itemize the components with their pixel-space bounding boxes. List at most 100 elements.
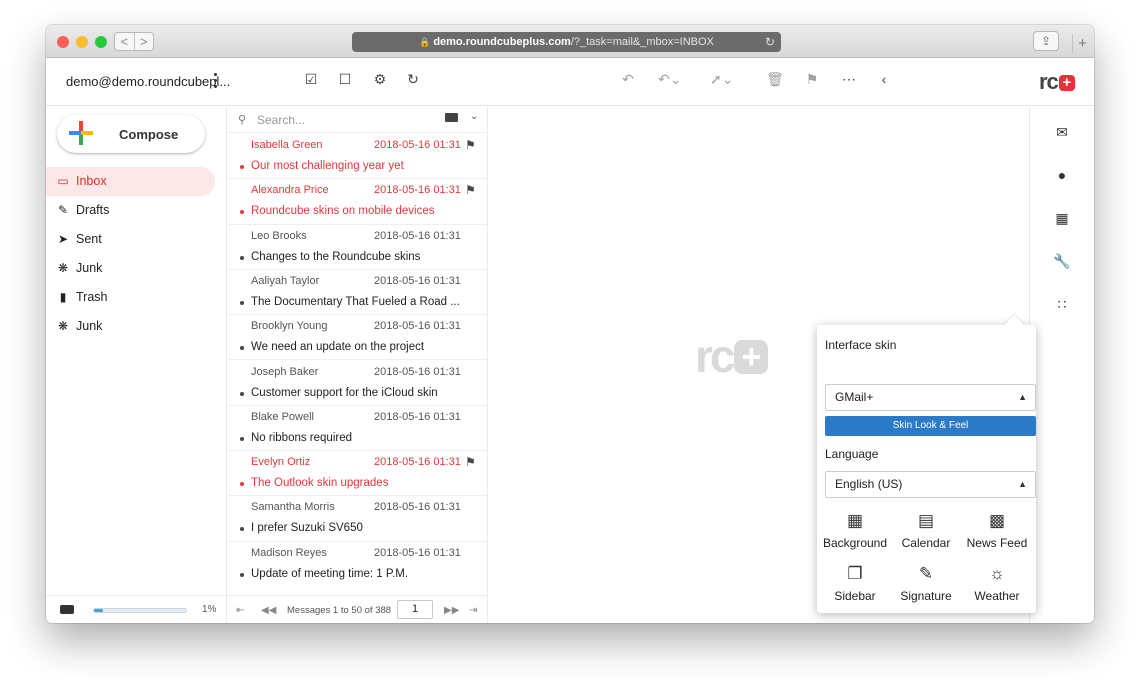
- skin-select[interactable]: GMail+ ▲: [825, 384, 1036, 411]
- previous-page-icon[interactable]: ◀◀: [261, 605, 276, 616]
- chevron-down-icon[interactable]: ⌄: [470, 111, 478, 122]
- skin-settings-popover: Interface skin GMail+ ▲ Skin Look & Feel…: [817, 315, 1036, 613]
- list-item[interactable]: Joseph Baker 2018-05-16 01:31 Customer s…: [228, 361, 487, 406]
- list-item[interactable]: Evelyn Ortiz 2018-05-16 01:31 ⚑ The Outl…: [228, 451, 487, 497]
- settings-gear-icon[interactable]: ⚙: [370, 71, 390, 88]
- message-subject: The Documentary That Fueled a Road ...: [251, 295, 460, 308]
- flag-icon[interactable]: ⚑: [465, 455, 476, 469]
- back-button[interactable]: <: [115, 33, 135, 50]
- list-item[interactable]: Isabella Green 2018-05-16 01:31 ⚑ Our mo…: [228, 134, 487, 180]
- sidebar-item-sent[interactable]: ➤ Sent: [46, 225, 215, 254]
- list-item[interactable]: Brooklyn Young 2018-05-16 01:31 We need …: [228, 315, 487, 361]
- apps-grid-icon[interactable]: ∷: [1052, 296, 1072, 313]
- share-button[interactable]: ⇪: [1033, 31, 1059, 51]
- reply-icon[interactable]: ↶: [618, 71, 638, 88]
- url-path: /?_task=mail&_mbox=INBOX: [570, 36, 714, 48]
- sidebar-icon: ❐: [847, 564, 863, 583]
- search-bar[interactable]: ⚲ Search... ⌄: [228, 107, 487, 133]
- rcplus-watermark-logo: rc +: [695, 329, 769, 383]
- widget-sidebar[interactable]: ❐ Sidebar: [819, 563, 891, 603]
- message-date: 2018-05-16 01:31: [374, 184, 461, 197]
- sidebar-item-drafts[interactable]: ✎ Drafts: [46, 196, 215, 225]
- new-tab-button[interactable]: +: [1072, 34, 1092, 54]
- unread-dot-icon: [240, 572, 244, 577]
- unread-dot-icon: [240, 436, 244, 441]
- apps-rail: ✉ ● ▦ 🔧 ∷: [1029, 107, 1094, 623]
- pager-info: Messages 1 to 50 of 388: [287, 605, 392, 616]
- threads-icon[interactable]: ☐: [335, 71, 355, 88]
- wrench-icon[interactable]: 🔧: [1052, 253, 1072, 270]
- widget-background[interactable]: ▦ Background: [819, 510, 891, 550]
- message-from: Leo Brooks: [251, 229, 307, 242]
- forward-icon[interactable]: ➚⌄: [710, 71, 733, 88]
- account-menu-icon[interactable]: [212, 73, 218, 91]
- watermark-plus: +: [734, 340, 769, 374]
- compose-label: Compose: [119, 127, 179, 142]
- widget-label: Background: [822, 536, 888, 550]
- folder-label: Trash: [76, 290, 108, 304]
- address-bar[interactable]: 🔒 demo.roundcubeplus.com/?_task=mail&_mbo…: [352, 32, 781, 52]
- last-page-icon[interactable]: ⇥: [469, 605, 477, 616]
- skin-look-and-feel-button[interactable]: Skin Look & Feel: [825, 416, 1036, 436]
- quota-percent: 1%: [202, 604, 217, 615]
- contacts-icon[interactable]: ●: [1052, 167, 1072, 183]
- mail-toolbar: demo@demo.roundcubepl... ☑ ☐ ⚙ ↻ ↶ ↶⌄ ➚⌄…: [46, 58, 1094, 106]
- list-item[interactable]: Aaliyah Taylor 2018-05-16 01:31 The Docu…: [228, 270, 487, 316]
- folder-sidebar: Compose ▭ Inbox ✎ Drafts ➤ Sent ❋ Junk ▮ Tras…: [46, 107, 227, 623]
- message-from: Isabella Green: [251, 139, 323, 151]
- mail-icon[interactable]: ✉: [1052, 124, 1072, 141]
- minimize-window-button[interactable]: [76, 36, 88, 48]
- compose-button[interactable]: Compose: [57, 115, 205, 153]
- delete-icon[interactable]: 🗑: [765, 71, 785, 88]
- inbox-icon: ▭: [57, 174, 69, 188]
- widget-signature[interactable]: ✎ Signature: [890, 563, 962, 603]
- sidebar-item-junk-2[interactable]: ❋ Junk: [46, 312, 215, 341]
- list-item[interactable]: Samantha Morris 2018-05-16 01:31 I prefe…: [228, 496, 487, 542]
- more-actions-icon[interactable]: ⋯: [839, 71, 859, 88]
- sidebar-item-inbox[interactable]: ▭ Inbox: [46, 167, 215, 196]
- forward-button[interactable]: >: [135, 33, 154, 50]
- previous-message-icon[interactable]: ‹: [874, 71, 894, 87]
- envelope-icon[interactable]: [445, 113, 458, 122]
- message-from: Samantha Morris: [251, 501, 335, 514]
- reload-icon[interactable]: ↻: [765, 32, 775, 52]
- list-item[interactable]: Alexandra Price 2018-05-16 01:31 ⚑ Round…: [228, 179, 487, 225]
- search-input[interactable]: Search...: [257, 113, 305, 127]
- browser-nav-buttons: < >: [114, 32, 154, 51]
- sidebar-item-junk[interactable]: ❋ Junk: [46, 254, 215, 283]
- zoom-window-button[interactable]: [95, 36, 107, 48]
- close-window-button[interactable]: [57, 36, 69, 48]
- tag-icon[interactable]: ⚑: [802, 71, 822, 88]
- first-page-icon[interactable]: ⇤: [236, 605, 244, 616]
- widget-calendar[interactable]: ▤ Calendar: [890, 510, 962, 550]
- unread-dot-icon: [240, 527, 244, 532]
- reply-all-icon[interactable]: ↶⌄: [658, 71, 681, 88]
- flag-icon[interactable]: ⚑: [465, 183, 476, 197]
- widget-label: Calendar: [901, 536, 951, 550]
- next-page-icon[interactable]: ▶▶: [444, 605, 459, 616]
- page-number-input[interactable]: 1: [397, 600, 433, 619]
- message-from: Evelyn Ortiz: [251, 456, 311, 469]
- sidebar-item-trash[interactable]: ▮ Trash: [46, 283, 215, 312]
- pencil-icon: ✎: [57, 203, 69, 217]
- message-subject: The Outlook skin upgrades: [251, 477, 389, 490]
- list-item[interactable]: Blake Powell 2018-05-16 01:31 No ribbons…: [228, 406, 487, 452]
- list-item[interactable]: Madison Reyes 2018-05-16 01:31 Update of…: [228, 542, 487, 587]
- select-arrows-icon: ▲: [1018, 392, 1027, 402]
- message-subject: No ribbons required: [251, 431, 353, 444]
- list-item[interactable]: Leo Brooks 2018-05-16 01:31 Changes to t…: [228, 225, 487, 270]
- calendar-icon: ▤: [917, 511, 935, 530]
- unread-dot-icon: [240, 391, 244, 396]
- widget-news-feed[interactable]: ▩ News Feed: [961, 510, 1033, 550]
- message-date: 2018-05-16 01:31: [374, 501, 461, 514]
- image-icon: ▦: [846, 511, 864, 530]
- language-select[interactable]: English (US) ▲: [825, 471, 1036, 498]
- calendar-icon[interactable]: ▦: [1052, 210, 1072, 227]
- widget-weather[interactable]: ☼ Weather: [961, 563, 1033, 603]
- flag-icon[interactable]: ⚑: [465, 138, 476, 152]
- select-all-icon[interactable]: ☑: [301, 71, 321, 88]
- message-from: Blake Powell: [251, 410, 314, 423]
- refresh-icon[interactable]: ↻: [403, 71, 423, 88]
- trash-icon: ▮: [59, 290, 67, 304]
- message-list: ⚲ Search... ⌄ Isabella Green 2018-05-16 …: [228, 107, 488, 623]
